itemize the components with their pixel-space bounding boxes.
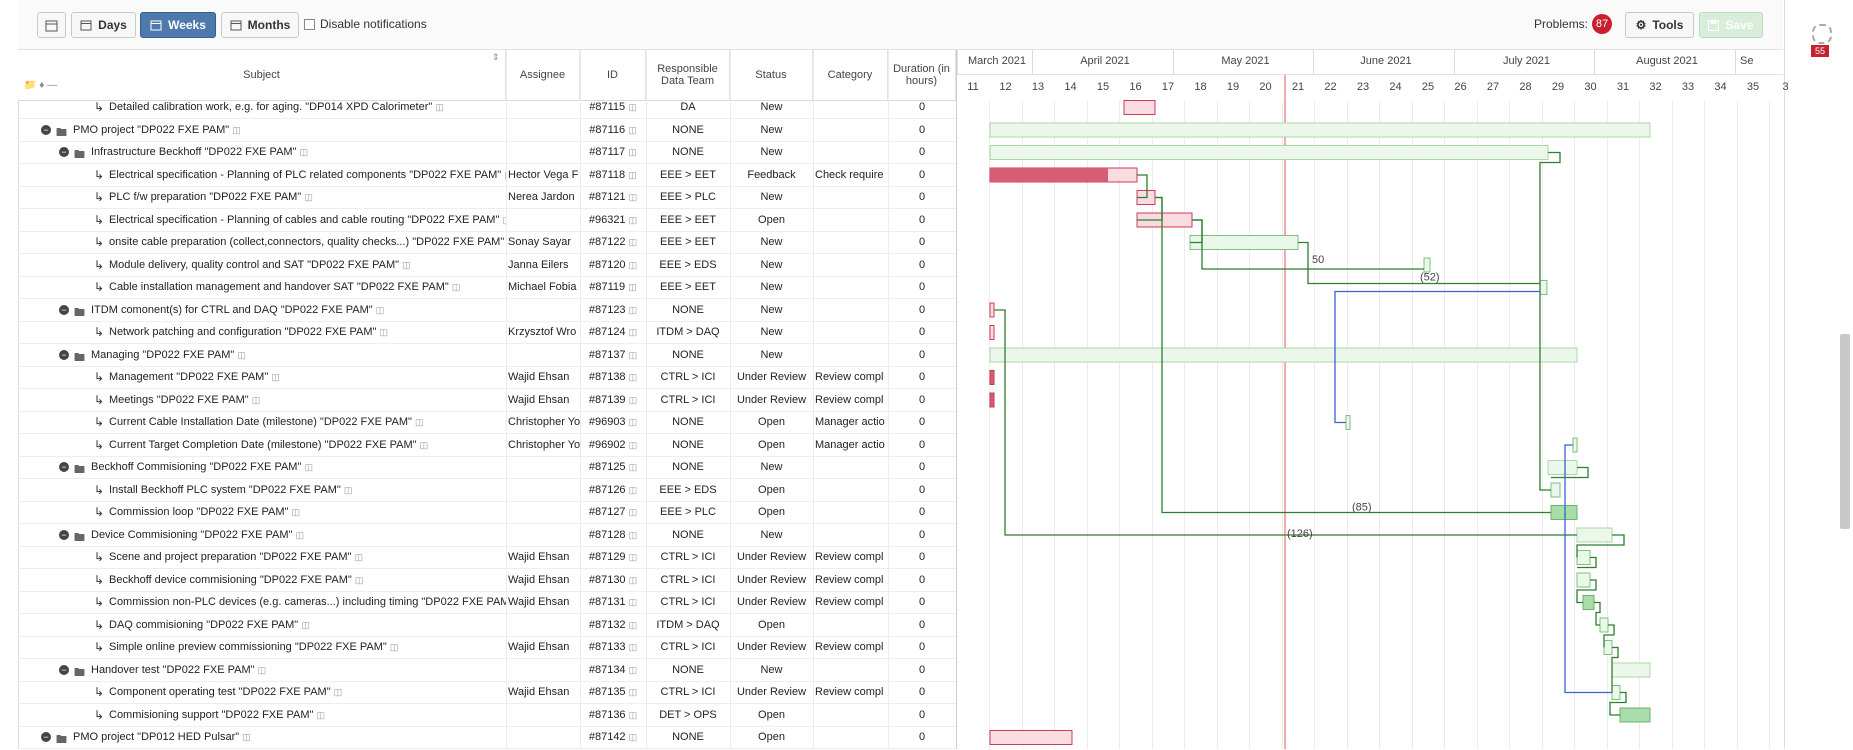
sidebar-counter-badge[interactable]: 55 bbox=[1811, 45, 1829, 57]
gantt-bar[interactable] bbox=[989, 145, 1549, 160]
gantt-bar[interactable] bbox=[989, 730, 1073, 745]
dependency-lag-label: (126) bbox=[1287, 528, 1313, 540]
gantt-bar[interactable] bbox=[1582, 595, 1595, 610]
loading-spinner-icon bbox=[1812, 24, 1832, 44]
vertical-scrollbar[interactable] bbox=[1840, 334, 1850, 529]
gantt-bar[interactable] bbox=[1619, 707, 1651, 723]
gantt-bar[interactable] bbox=[1550, 482, 1561, 498]
gantt-bar[interactable] bbox=[1345, 415, 1351, 430]
gantt-bar[interactable] bbox=[1599, 617, 1609, 633]
gantt-bar[interactable] bbox=[1539, 280, 1548, 295]
gantt-bar[interactable] bbox=[1611, 685, 1621, 700]
gantt-bar[interactable] bbox=[989, 392, 995, 408]
dependency-arrow[interactable] bbox=[1594, 601, 1601, 626]
gantt-bar[interactable] bbox=[1603, 640, 1613, 655]
gantt-bar[interactable] bbox=[1576, 572, 1591, 588]
dependency-arrow[interactable] bbox=[1564, 444, 1612, 694]
gantt-bar[interactable] bbox=[989, 302, 995, 318]
dependency-arrow[interactable] bbox=[1298, 241, 1540, 285]
dependency-lag-label: 50 bbox=[1312, 254, 1324, 266]
gantt-bar-progress bbox=[990, 168, 1108, 182]
gantt-bar[interactable] bbox=[1123, 100, 1156, 115]
gantt-bar[interactable] bbox=[1547, 460, 1578, 475]
gantt-bar[interactable] bbox=[1189, 235, 1299, 250]
gantt-bar[interactable] bbox=[1576, 527, 1613, 543]
gantt-bar[interactable] bbox=[1611, 662, 1651, 678]
dependency-lag-label: (85) bbox=[1352, 502, 1372, 514]
dependency-lag-label: (52) bbox=[1420, 272, 1440, 284]
gantt-bar[interactable] bbox=[989, 122, 1651, 138]
gantt-chart: 50 (52) (85) (126) bbox=[989, 75, 1651, 749]
gantt-bar[interactable] bbox=[989, 325, 995, 340]
gantt-bar[interactable] bbox=[1572, 437, 1578, 453]
gantt-bar[interactable] bbox=[989, 370, 995, 385]
dependency-arrow[interactable] bbox=[1539, 151, 1561, 491]
gantt-bar[interactable] bbox=[1423, 257, 1431, 273]
gantt-bar[interactable] bbox=[989, 347, 1578, 363]
gantt-bar[interactable] bbox=[1576, 550, 1591, 565]
gantt-bar[interactable] bbox=[1550, 505, 1578, 520]
